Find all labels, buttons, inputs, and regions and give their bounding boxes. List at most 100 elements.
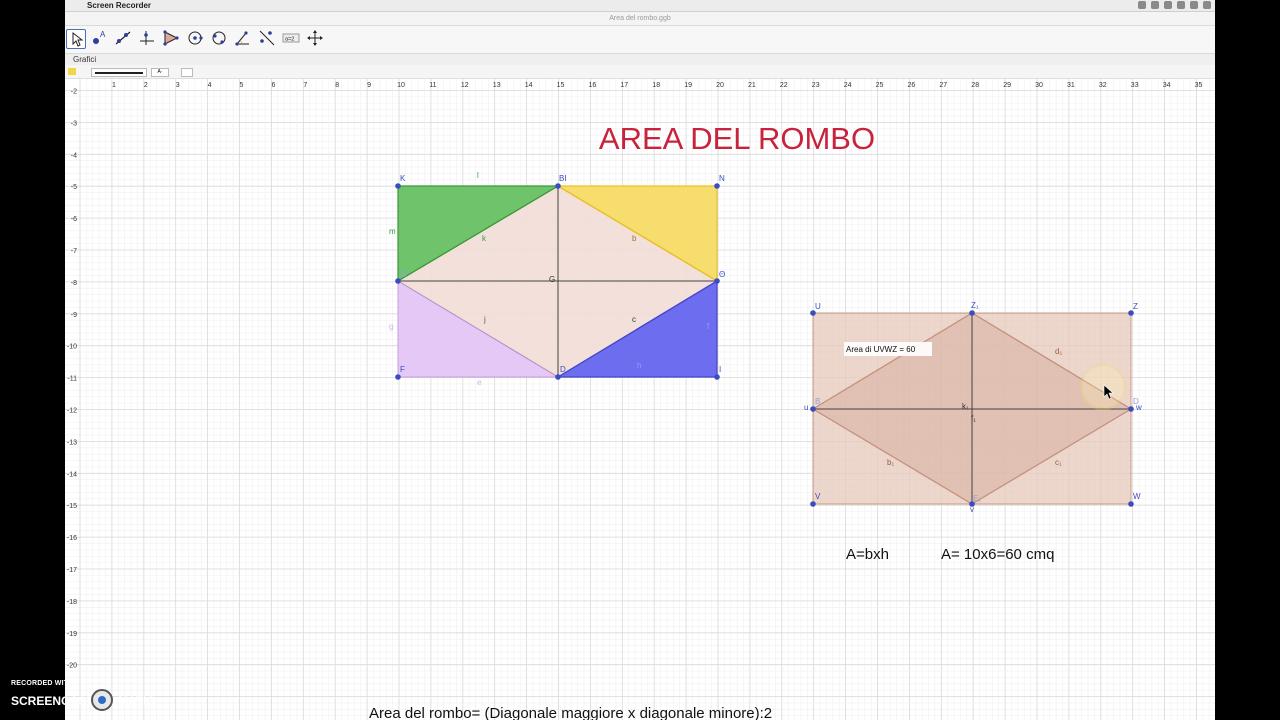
x-tick-label: 23 [812,82,820,89]
color-swatch[interactable] [68,68,76,75]
label-d-point: D [401,270,407,279]
formula-area-rectangle[interactable]: A=bxh [846,546,889,563]
toolbar: A a=2 [65,26,1215,54]
x-tick-label: 5 [240,82,244,89]
point-k[interactable] [395,183,401,189]
watermark-brand-right: MATIC [118,694,156,708]
y-tick-label: -14 [67,471,77,478]
ellipse-tool-icon[interactable] [210,29,230,49]
x-tick-label: 6 [271,82,275,89]
svg-text:A: A [100,30,106,39]
x-tick-label: 7 [303,82,307,89]
tray-icon[interactable] [1151,1,1159,9]
x-tick-label: 34 [1163,82,1171,89]
bottom-caption[interactable]: Area del rombo= (Diagonale maggiore x di… [369,705,772,720]
right-figure[interactable]: Area di UVWZ = 60 U Z V W Z₁ E₁ v B u D … [804,301,1142,514]
polygon-tool-icon[interactable] [162,29,182,49]
slider-tool-icon[interactable]: a=2 [282,29,302,49]
point-v[interactable] [810,501,816,507]
tray-icon[interactable] [1164,1,1172,9]
graphics-canvas[interactable]: 1 2 3 4 5 6 7 8 9 10 11 12 13 14 15 16 17 18 19 20 21 22 23 24 2… [65,79,1215,720]
x-tick-label: 24 [844,82,852,89]
label-n-point: N [719,174,725,183]
point-c[interactable] [555,374,561,380]
label-segment-m: m [389,227,396,236]
point-w[interactable] [1128,501,1134,507]
move-graphics-tool-icon[interactable] [306,29,326,49]
formula-area-computed[interactable]: A= 10x6=60 cmq [941,546,1054,563]
x-tick-label: 2 [144,82,148,89]
x-tick-label: 17 [620,82,628,89]
label-k-point: K [400,174,406,183]
x-tick-label: 30 [1035,82,1043,89]
label-b-point: BI [559,174,567,183]
x-tick-label: 33 [1131,82,1139,89]
status-tray [1138,1,1211,9]
label-f-point: F [400,365,405,374]
tray-icon[interactable] [1138,1,1146,9]
move-tool-icon[interactable] [66,29,86,49]
app-name[interactable]: Screen Recorder [87,0,151,11]
label-left-out: u [804,403,808,412]
tray-icon[interactable] [1203,1,1211,9]
point-o[interactable] [714,278,720,284]
label-center: G [549,275,555,284]
perpendicular-tool-icon[interactable] [138,29,158,49]
x-tick-label: 3 [176,82,180,89]
x-tick-label: 10 [397,82,405,89]
x-tick-label: 25 [876,82,884,89]
area-caption: Area di UVWZ = 60 [846,345,916,354]
y-tick-label: -9 [71,312,77,319]
point-b[interactable] [555,183,561,189]
x-tick-label: 15 [557,82,565,89]
point-right[interactable] [1128,406,1134,412]
x-tick-label: 14 [525,82,533,89]
label-w-point: W [1133,492,1141,501]
point-d[interactable] [395,278,401,284]
label-segment-b: b [632,234,637,243]
x-tick-label: 12 [461,82,469,89]
lock-icon[interactable] [181,68,193,77]
point-n[interactable] [714,183,720,189]
x-tick-label: 9 [367,82,371,89]
left-figure[interactable]: K BI N D Θ F D I G l m k b j c g e h f [389,171,725,387]
point-top[interactable] [969,310,975,316]
x-tick-label: 26 [908,82,916,89]
x-tick-label: 13 [493,82,501,89]
angle-tool-icon[interactable] [234,29,254,49]
x-tick-label: 11 [429,82,436,89]
point-i[interactable] [714,374,720,380]
point-tool-icon[interactable]: A [90,29,110,49]
y-tick-label: -5 [71,184,77,191]
point-f[interactable] [395,374,401,380]
y-tick-label: -2 [71,89,77,96]
tray-icon[interactable] [1177,1,1185,9]
reflect-tool-icon[interactable] [258,29,278,49]
circle-tool-icon[interactable] [186,29,206,49]
x-tick-label: 1 [112,82,116,89]
label-segment-h: h [637,361,641,370]
line-style-picker[interactable] [91,68,147,77]
x-tick-label: 8 [335,82,339,89]
y-tick-label: -13 [67,439,77,446]
y-tick-label: -18 [67,599,77,606]
screencastomatic-logo-icon [91,689,113,711]
label-i-point: I [719,365,721,374]
x-tick-label: 20 [716,82,724,89]
y-tick-label: -16 [67,535,77,542]
line-tool-icon[interactable] [114,29,134,49]
point-z[interactable] [1128,310,1134,316]
x-tick-label: 35 [1195,82,1203,89]
label-v-point: V [815,492,821,501]
point-u[interactable] [810,310,816,316]
point-left[interactable] [810,406,816,412]
tray-icon[interactable] [1190,1,1198,9]
label-right-out: w [1135,403,1142,412]
x-tick-label: 29 [1003,82,1011,89]
y-tick-label: -17 [67,567,77,574]
label-style-picker[interactable]: A· [151,68,169,77]
label-segment-b1: b₁ [887,458,894,467]
drawing-title[interactable]: AREA DEL ROMBO [599,121,875,156]
x-tick-label: 28 [971,82,979,89]
label-segment-e: e [477,378,482,387]
